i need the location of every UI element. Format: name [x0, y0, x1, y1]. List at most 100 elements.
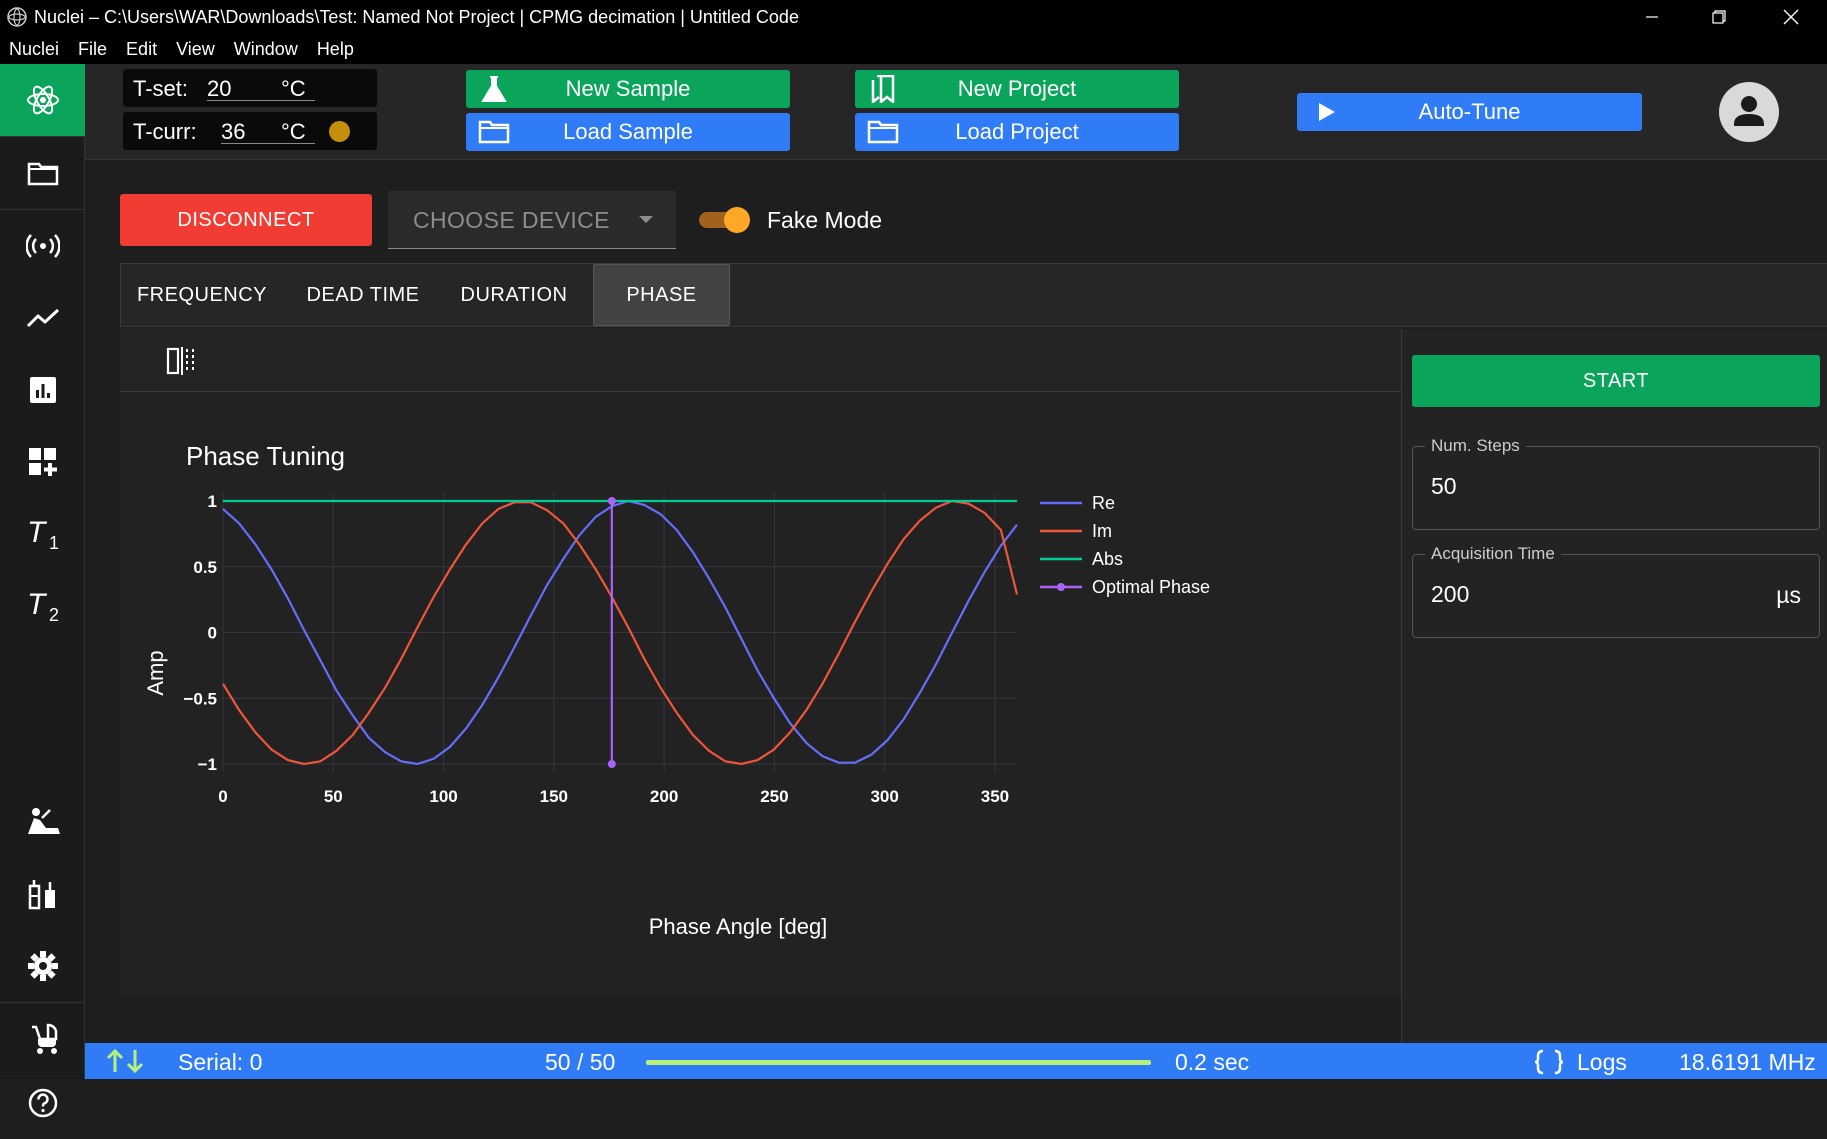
legend-label: Optimal Phase — [1092, 577, 1210, 597]
menu-window[interactable]: Window — [234, 39, 298, 60]
t-curr-value: 36 — [221, 119, 246, 144]
t-curr-unit: °C — [281, 119, 306, 144]
play-icon — [1319, 103, 1335, 121]
right-panel: START Num. Steps Acquisition Time µs — [1401, 329, 1827, 1043]
gear-icon — [27, 951, 58, 981]
minimize-button[interactable] — [1616, 0, 1688, 34]
load-sample-button[interactable]: Load Sample — [466, 113, 790, 151]
sidebar-item-sample[interactable] — [0, 786, 85, 858]
start-button[interactable]: START — [1412, 355, 1820, 407]
top-toolbar: T-set: 20 °C T-curr: 36 °C New Sample Ne… — [85, 64, 1827, 160]
x-tick-label: 200 — [650, 787, 678, 806]
optimal-phase-marker — [607, 760, 616, 768]
sidebar-item-t2[interactable]: T 2 — [0, 570, 85, 642]
y-tick-label: −0.5 — [183, 689, 217, 708]
elapsed-time: 0.2 sec — [1175, 1049, 1250, 1075]
status-bar: Serial: 0 50 / 50 0.2 sec Logs 18.6191 M… — [85, 1043, 1827, 1079]
plot-area: Phase Tuning 0 50 100 150 200 250 300 350 1 0.5 0… — [120, 393, 1401, 997]
disconnect-button[interactable]: DISCONNECT — [120, 194, 372, 246]
sidebar-item-t1[interactable]: T 1 — [0, 498, 85, 570]
restore-button[interactable] — [1683, 0, 1755, 34]
sidebar-item-files[interactable] — [0, 137, 85, 209]
user-avatar[interactable] — [1719, 82, 1779, 142]
t-set-value[interactable]: 20 — [207, 76, 231, 102]
new-project-button[interactable]: New Project — [855, 70, 1179, 108]
choose-device-label: CHOOSE DEVICE — [413, 207, 610, 233]
sidebar-item-vials[interactable] — [0, 858, 85, 930]
tab-bar: FREQUENCY DEAD TIME DURATION PHASE — [120, 263, 1827, 327]
line-chart-icon — [26, 308, 59, 328]
x-tick-label: 250 — [760, 787, 788, 806]
t-curr-box: T-curr: 36 °C — [123, 112, 377, 150]
sidebar-item-stats[interactable] — [0, 354, 85, 426]
sidebar-item-trends[interactable] — [0, 282, 85, 354]
serial-status: Serial: 0 — [178, 1049, 263, 1075]
sidebar-item-stroller[interactable] — [0, 1003, 85, 1075]
frequency-readout: 18.6191 MHz — [1679, 1049, 1816, 1075]
tab-phase[interactable]: PHASE — [593, 264, 730, 326]
menu-bar: Nuclei File Edit View Window Help — [0, 34, 1827, 64]
phase-tuning-chart[interactable]: Phase Tuning 0 50 100 150 200 250 300 350 1 0.5 0… — [120, 393, 1401, 997]
transfer-arrows-icon — [106, 1048, 144, 1074]
dashboard-add-icon — [28, 448, 57, 476]
auto-tune-button[interactable]: Auto-Tune — [1297, 93, 1642, 131]
y-tick-label: 0 — [208, 624, 217, 643]
x-tick-label: 0 — [218, 787, 227, 806]
restore-icon — [1712, 10, 1726, 24]
tab-frequency[interactable]: FREQUENCY — [121, 264, 283, 326]
help-icon — [28, 1088, 57, 1118]
window-title: Nuclei – C:\Users\WAR\Downloads\Test: Na… — [34, 6, 799, 27]
tab-duration[interactable]: DURATION — [444, 264, 584, 326]
x-tick-label: 300 — [870, 787, 898, 806]
num-steps-label: Num. Steps — [1425, 436, 1526, 456]
vials-icon — [28, 880, 55, 910]
t2-letter: T — [27, 588, 48, 621]
sidebar-item-help[interactable] — [0, 1067, 85, 1139]
sidebar-item-signal[interactable] — [0, 210, 85, 282]
nuclei-logo-icon — [26, 85, 59, 115]
t-set-label: T-set: — [133, 76, 189, 101]
choose-device-select[interactable]: CHOOSE DEVICE — [388, 191, 676, 249]
split-view-icon[interactable] — [166, 346, 196, 376]
folder-open-icon — [867, 120, 899, 144]
menu-nuclei[interactable]: Nuclei — [9, 39, 59, 60]
chart-legend: Re Im Abs Optimal Phase — [1040, 493, 1210, 597]
auto-tune-label: Auto-Tune — [1418, 99, 1521, 124]
fake-mode-label: Fake Mode — [767, 207, 883, 233]
y-tick-label: −1 — [198, 755, 217, 774]
x-tick-label: 150 — [540, 787, 568, 806]
load-sample-label: Load Sample — [563, 119, 693, 144]
y-axis-label: Amp — [143, 650, 168, 695]
menu-help[interactable]: Help — [317, 39, 354, 60]
close-button[interactable] — [1755, 0, 1827, 34]
legend-label: Abs — [1092, 549, 1123, 569]
t-set-box: T-set: 20 °C — [123, 69, 377, 107]
new-sample-button[interactable]: New Sample — [466, 70, 790, 108]
acquisition-time-input[interactable] — [1431, 581, 1731, 608]
new-project-label: New Project — [957, 76, 1077, 101]
sidebar-item-settings[interactable] — [0, 930, 85, 1002]
tab-dead-time[interactable]: DEAD TIME — [293, 264, 433, 326]
load-project-button[interactable]: Load Project — [855, 113, 1179, 151]
load-project-label: Load Project — [955, 119, 1079, 144]
chart-toolbar — [120, 329, 1401, 392]
menu-view[interactable]: View — [176, 39, 215, 60]
sidebar-item-home[interactable] — [0, 64, 85, 136]
x-tick-label: 350 — [981, 787, 1009, 806]
folder-open-icon — [478, 120, 510, 144]
chart-title: Phase Tuning — [186, 441, 345, 471]
bookmarks-icon — [871, 75, 895, 103]
title-bar: Nuclei – C:\Users\WAR\Downloads\Test: Na… — [0, 0, 1827, 34]
menu-file[interactable]: File — [78, 39, 107, 60]
logs-button[interactable]: Logs — [1577, 1049, 1627, 1076]
sidebar-item-widgets[interactable] — [0, 426, 85, 498]
minimize-icon — [1646, 16, 1658, 18]
x-axis-label: Phase Angle [deg] — [649, 914, 828, 939]
t-curr-label: T-curr: — [133, 119, 197, 144]
t-set-unit: °C — [281, 76, 306, 101]
x-ticks: 0 50 100 150 200 250 300 350 — [218, 787, 1009, 806]
num-steps-input[interactable] — [1431, 473, 1731, 500]
menu-edit[interactable]: Edit — [126, 39, 157, 60]
fake-mode-toggle[interactable] — [697, 207, 755, 233]
code-braces-icon[interactable] — [1533, 1049, 1565, 1075]
